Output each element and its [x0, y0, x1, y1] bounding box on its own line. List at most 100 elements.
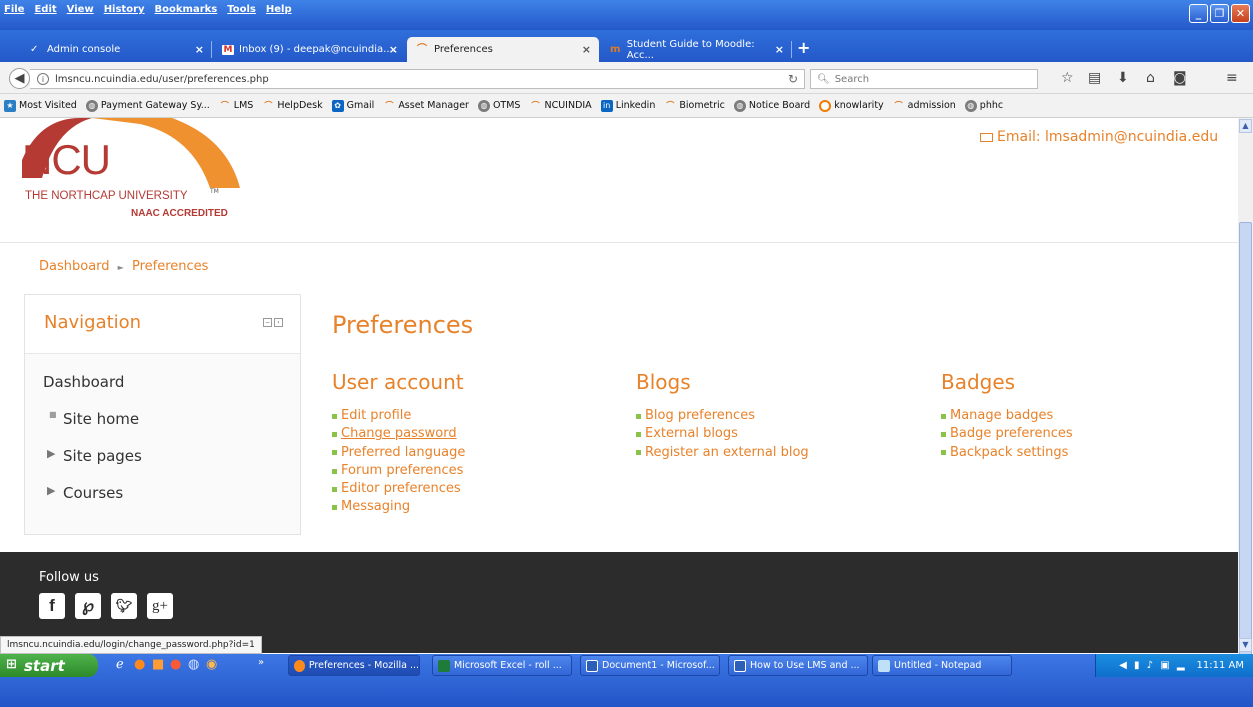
bookmark-notice-board[interactable]: ◍ Notice Board	[733, 99, 811, 112]
opera-icon[interactable]: ●	[170, 657, 181, 672]
download-icon[interactable]: ⬇	[1117, 70, 1129, 86]
ie-icon[interactable]: ℯ	[116, 657, 124, 672]
bookmark-label: Asset Manager	[398, 100, 469, 111]
bookmark-label: Most Visited	[19, 100, 77, 111]
link-register-external-blog[interactable]: Register an external blog	[636, 444, 809, 462]
close-tab-icon[interactable]: ×	[195, 43, 204, 56]
taskbar-excel[interactable]: Microsoft Excel - roll ...	[432, 655, 572, 676]
maximize-button[interactable]: ❐	[1210, 4, 1229, 23]
nav-item-dashboard[interactable]: Dashboard	[43, 373, 124, 391]
link-edit-profile[interactable]: Edit profile	[332, 407, 465, 425]
collapse-block-icon[interactable]: −	[263, 318, 272, 327]
menu-bookmarks[interactable]: Bookmarks	[155, 4, 218, 15]
overflow-chevron-icon[interactable]: »	[258, 657, 264, 668]
taskbar-word-2[interactable]: How to Use LMS and ...	[728, 655, 868, 676]
tab-admin-console[interactable]: ✓ Admin console ×	[20, 37, 212, 62]
logo-tm: TM	[210, 188, 219, 195]
taskbar-notepad[interactable]: Untitled - Notepad	[872, 655, 1012, 676]
tab-inbox[interactable]: M Inbox (9) - deepak@ncuindia.... ×	[212, 37, 406, 62]
close-window-button[interactable]: ✕	[1231, 4, 1250, 23]
twitter-icon[interactable]: 🐦︎	[111, 593, 137, 619]
bookmark-label: Notice Board	[748, 100, 811, 111]
dock-block-icon[interactable]: ‹	[274, 318, 283, 327]
scroll-up-icon[interactable]: ▲	[1239, 119, 1252, 133]
link-blog-preferences[interactable]: Blog preferences	[636, 407, 809, 425]
reload-icon[interactable]: ↻	[788, 72, 798, 86]
bookmark-biometric[interactable]: ⌒ Biometric	[664, 100, 725, 112]
link-backpack-settings[interactable]: Backpack settings	[941, 444, 1073, 462]
link-preferred-language[interactable]: Preferred language	[332, 444, 465, 462]
page-scrollbar[interactable]: ▲ ▼	[1238, 118, 1253, 707]
scroll-down-icon[interactable]: ▼	[1239, 638, 1252, 652]
link-external-blogs[interactable]: External blogs	[636, 425, 809, 443]
home-icon[interactable]: ⌂	[1146, 70, 1155, 86]
menu-tools[interactable]: Tools	[227, 4, 256, 15]
nav-item-courses[interactable]: Courses	[63, 484, 123, 502]
bullet-icon	[941, 431, 946, 437]
link-badge-preferences[interactable]: Badge preferences	[941, 425, 1073, 443]
tab-bar: ✓ Admin console × M Inbox (9) - deepak@n…	[0, 30, 1253, 62]
url-bar[interactable]: i lmsncu.ncuindia.edu/user/preferences.p…	[30, 69, 805, 89]
bookmark-payment-gateway[interactable]: ◍ Payment Gateway Sy...	[85, 99, 210, 112]
link-change-password[interactable]: Change password	[332, 425, 465, 443]
browser-window: File Edit View History Bookmarks Tools H…	[0, 0, 1253, 707]
firefox-icon[interactable]: ●	[134, 657, 145, 672]
bullet-icon	[332, 450, 337, 456]
bookmark-linkedin[interactable]: in Linkedin	[600, 99, 655, 112]
bookmark-gmail[interactable]: ✿ Gmail	[331, 99, 374, 112]
link-messaging[interactable]: Messaging	[332, 498, 465, 516]
close-tab-icon[interactable]: ×	[389, 43, 398, 56]
nav-item-site-pages[interactable]: Site pages	[63, 447, 142, 465]
close-tab-icon[interactable]: ×	[582, 43, 591, 56]
scrollbar-thumb[interactable]	[1239, 222, 1252, 707]
tray-icons[interactable]: ◀ ▮ ♪ ▣ ▂	[1119, 660, 1186, 671]
hamburger-menu-icon[interactable]: ≡	[1226, 70, 1238, 86]
expand-arrow-icon[interactable]: ▶	[47, 484, 55, 497]
taskbar-firefox[interactable]: Preferences - Mozilla ...	[288, 655, 420, 676]
contact-email[interactable]: Email: lmsadmin@ncuindia.edu	[980, 129, 1218, 145]
pinterest-icon[interactable]: ℘	[75, 593, 101, 619]
link-editor-preferences[interactable]: Editor preferences	[332, 480, 465, 498]
google-plus-icon[interactable]: g+	[147, 593, 173, 619]
breadcrumb-dashboard[interactable]: Dashboard	[39, 259, 110, 274]
search-input[interactable]: 🔍︎ Search	[810, 69, 1038, 89]
office-icon[interactable]: ■	[152, 657, 164, 672]
expand-arrow-icon[interactable]: ▶	[47, 447, 55, 460]
bookmark-lms[interactable]: ⌒ LMS	[219, 100, 254, 112]
breadcrumb-current[interactable]: Preferences	[132, 259, 208, 274]
tab-student-guide[interactable]: m Student Guide to Moodle: Acc... ×	[600, 37, 792, 62]
navigation-title: Navigation	[44, 312, 142, 333]
bookmark-phhc[interactable]: ◍ phhc	[964, 99, 1003, 112]
bookmark-ncuindia[interactable]: ⌒ NCUINDIA	[529, 100, 591, 112]
bookmark-otms[interactable]: ◍ OTMS	[477, 99, 520, 112]
link-forum-preferences[interactable]: Forum preferences	[332, 462, 465, 480]
reading-list-icon[interactable]: ▤	[1088, 70, 1101, 86]
bookmark-most-visited[interactable]: ★ Most Visited	[4, 99, 77, 112]
taskbar-word[interactable]: Document1 - Microsof...	[580, 655, 720, 676]
bookmark-admission[interactable]: ⌒ admission	[893, 100, 956, 112]
facebook-icon[interactable]: f	[39, 593, 65, 619]
menu-history[interactable]: History	[104, 4, 145, 15]
menu-view[interactable]: View	[67, 4, 94, 15]
bookmark-knowlarity[interactable]: knowlarity	[819, 99, 884, 112]
close-tab-icon[interactable]: ×	[775, 43, 784, 56]
bookmark-helpdesk[interactable]: ⌒ HelpDesk	[262, 100, 322, 112]
logo-university: THE NORTHCAP UNIVERSITY	[25, 190, 188, 202]
minimize-button[interactable]: _	[1189, 4, 1208, 23]
menu-help[interactable]: Help	[266, 4, 292, 15]
ncu-logo[interactable]: NCU THE NORTHCAP UNIVERSITY TM NAAC ACCR…	[22, 118, 262, 228]
link-manage-badges[interactable]: Manage badges	[941, 407, 1073, 425]
bookmark-asset-manager[interactable]: ⌒ Asset Manager	[383, 100, 469, 112]
bookmark-star-icon[interactable]: ☆	[1061, 70, 1074, 86]
chrome-icon[interactable]: ◉	[206, 657, 217, 672]
menu-file[interactable]: File	[4, 4, 24, 15]
info-icon[interactable]: i	[37, 73, 49, 85]
pocket-icon[interactable]: ◙	[1173, 70, 1187, 86]
tab-preferences[interactable]: ⌒ Preferences ×	[407, 37, 599, 62]
back-button[interactable]: ◀	[9, 68, 30, 89]
nav-item-site-home[interactable]: Site home	[63, 410, 139, 428]
globe-icon[interactable]: ◍	[188, 657, 199, 672]
start-button[interactable]: ⊞ start	[0, 654, 98, 677]
new-tab-button[interactable]: +	[797, 38, 810, 57]
menu-edit[interactable]: Edit	[34, 4, 56, 15]
